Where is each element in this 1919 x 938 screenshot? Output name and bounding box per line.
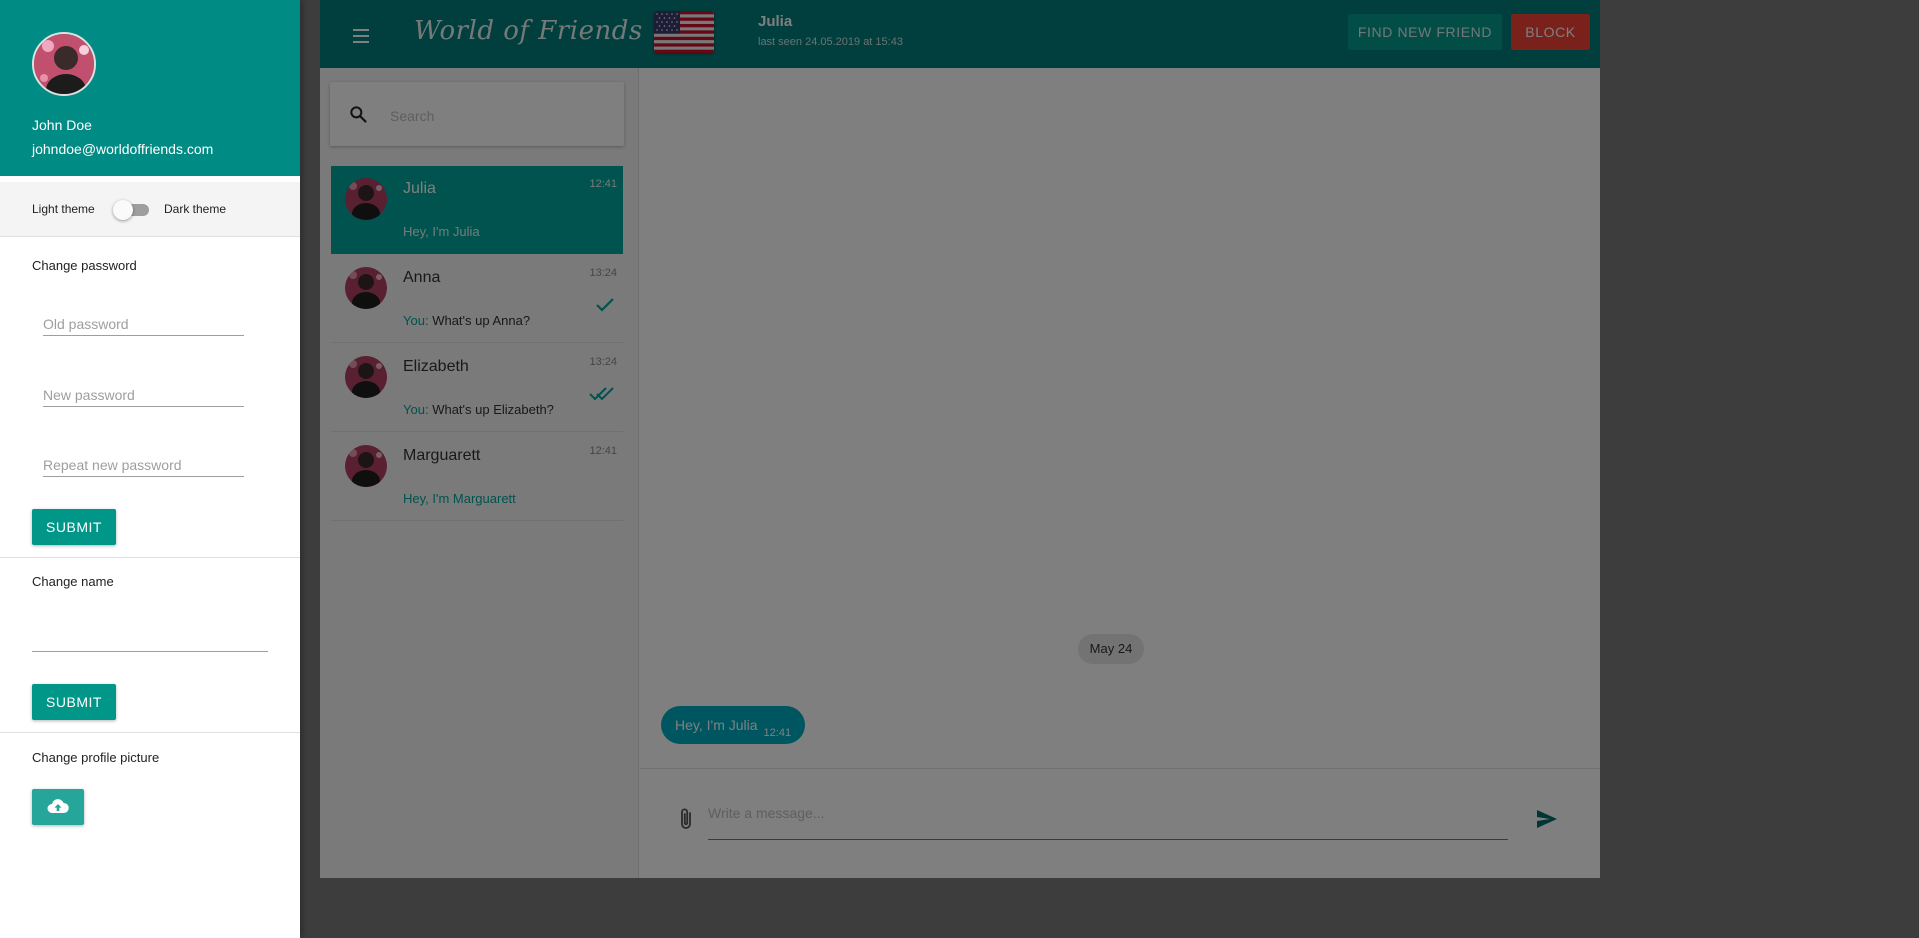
old-password-field[interactable]: Old password xyxy=(43,312,244,336)
name-input[interactable] xyxy=(32,651,268,652)
settings-drawer: John Doe johndoe@worldoffriends.com Ligh… xyxy=(0,0,300,938)
change-picture-title: Change profile picture xyxy=(32,750,160,765)
submit-password-button[interactable]: SUBMIT xyxy=(32,509,116,545)
upload-picture-button[interactable] xyxy=(32,789,84,825)
divider xyxy=(0,732,300,733)
repeat-password-field[interactable]: Repeat new password xyxy=(43,453,244,477)
light-theme-label: Light theme xyxy=(32,202,95,216)
new-password-field[interactable]: New password xyxy=(43,383,244,407)
profile-name: John Doe xyxy=(32,117,92,133)
drawer-backdrop[interactable] xyxy=(300,0,1919,938)
dark-theme-label: Dark theme xyxy=(164,202,227,216)
drawer-header: John Doe johndoe@worldoffriends.com xyxy=(0,0,300,176)
submit-name-button[interactable]: SUBMIT xyxy=(32,684,116,720)
old-password-placeholder: Old password xyxy=(43,316,129,332)
theme-switcher: Light theme Dark theme xyxy=(0,182,300,237)
profile-email: johndoe@worldoffriends.com xyxy=(32,141,214,157)
theme-toggle[interactable] xyxy=(113,200,149,220)
profile-avatar xyxy=(32,32,96,96)
repeat-password-placeholder: Repeat new password xyxy=(43,457,182,473)
divider xyxy=(0,557,300,558)
new-password-placeholder: New password xyxy=(43,387,135,403)
change-password-title: Change password xyxy=(32,258,137,273)
cloud-upload-icon xyxy=(47,798,69,813)
change-name-title: Change name xyxy=(32,574,114,589)
